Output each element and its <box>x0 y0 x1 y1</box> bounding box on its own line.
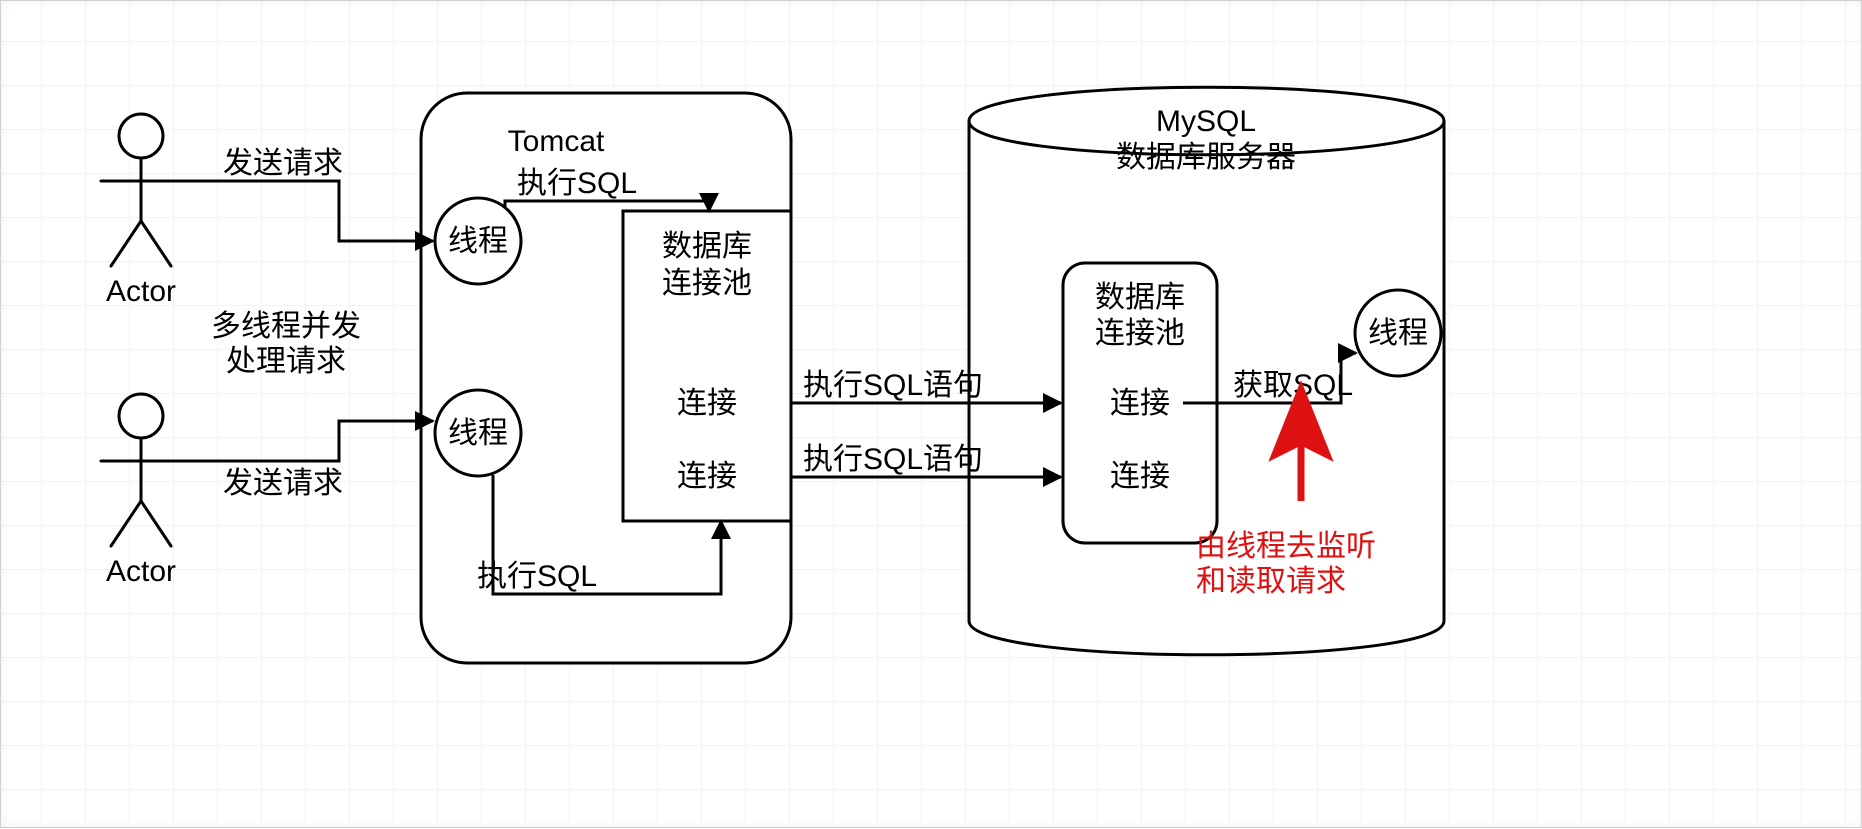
mysql-pool-line2: 连接池 <box>1095 317 1185 350</box>
label-exec-sql-bottom: 执行SQL <box>477 560 597 593</box>
tomcat-pool-conn1: 连接 <box>677 387 737 420</box>
mysql-title-1: MySQL <box>1156 105 1256 138</box>
mysql-pool-conn2: 连接 <box>1110 460 1170 493</box>
arrow-actor2-thread2 <box>181 421 433 461</box>
tomcat-thread-top-label: 线程 <box>448 225 508 258</box>
label-get-sql: 获取SQL <box>1233 369 1353 402</box>
label-exec-sql-top: 执行SQL <box>517 167 637 200</box>
tomcat-pool-conn2: 连接 <box>677 460 737 493</box>
mysql-title-2: 数据库服务器 <box>1116 141 1296 174</box>
annotation-line1: 由线程去监听 <box>1196 530 1376 563</box>
label-send-request-2: 发送请求 <box>223 467 343 500</box>
mysql-thread-label: 线程 <box>1368 317 1428 350</box>
diagram-canvas: Actor Actor 多线程并发 处理请求 Tomcat 线程 线程 数据库 … <box>0 0 1862 828</box>
tomcat-pool-line1: 数据库 <box>662 230 752 263</box>
tomcat-thread-bottom-label: 线程 <box>448 417 508 450</box>
multithread-line2: 处理请求 <box>226 345 346 378</box>
arrow-actor1-thread1 <box>181 181 433 241</box>
mysql-pool-conn1: 连接 <box>1110 387 1170 420</box>
actor-top-label: Actor <box>106 275 176 308</box>
mysql-pool-line1: 数据库 <box>1095 281 1185 314</box>
tomcat-pool-line2: 连接池 <box>662 267 752 300</box>
multithread-line1: 多线程并发 <box>211 310 361 343</box>
tomcat-title: Tomcat <box>508 125 605 158</box>
label-exec-sql-stmt-2: 执行SQL语句 <box>803 443 983 476</box>
label-exec-sql-stmt-1: 执行SQL语句 <box>803 369 983 402</box>
annotation-line2: 和读取请求 <box>1196 565 1346 598</box>
label-send-request-1: 发送请求 <box>223 147 343 180</box>
actor-top: Actor <box>101 114 181 308</box>
actor-bottom: Actor <box>101 394 181 588</box>
actor-bottom-label: Actor <box>106 555 176 588</box>
